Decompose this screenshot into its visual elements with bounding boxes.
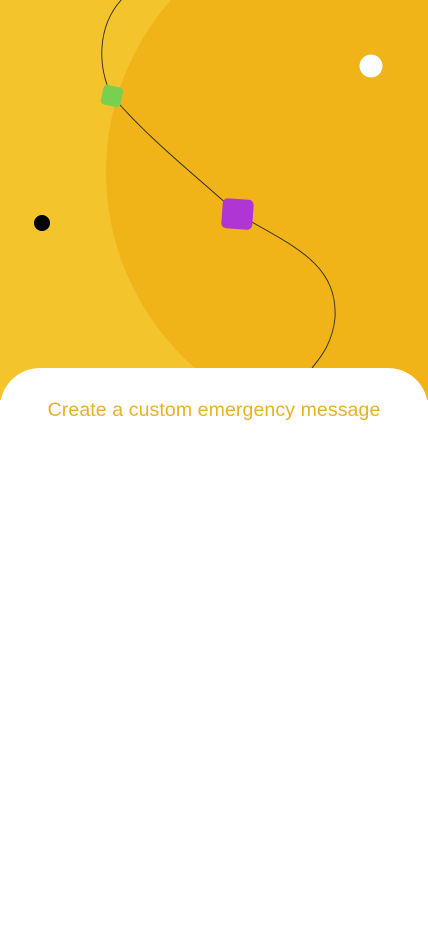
bottom-sheet: Create a custom emergency message	[0, 368, 428, 926]
black-dot-icon	[34, 215, 50, 231]
onboarding-screen: Create a custom emergency message	[0, 0, 428, 926]
hero-illustration	[0, 0, 428, 400]
purple-square-icon	[221, 198, 254, 230]
green-square-icon	[100, 84, 124, 108]
white-dot-icon	[359, 54, 383, 78]
hero-illustration-canvas	[0, 0, 428, 400]
page-title: Create a custom emergency message	[47, 399, 381, 421]
